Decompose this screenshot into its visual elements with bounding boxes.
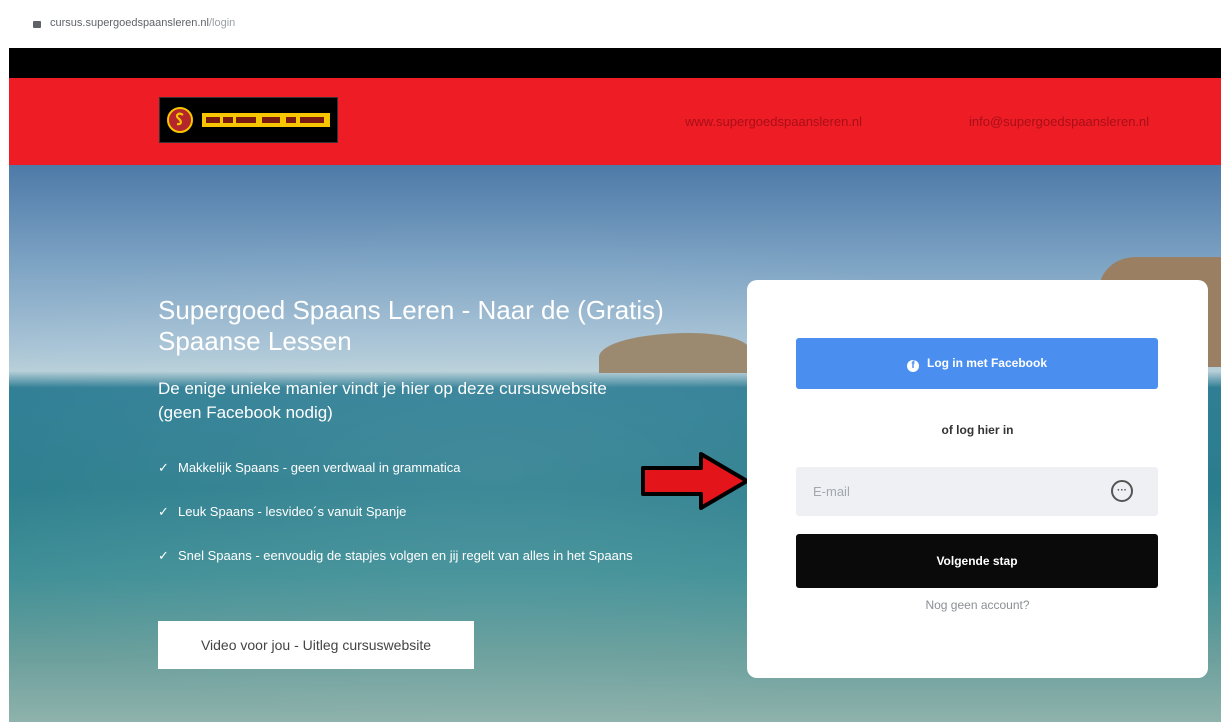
browser-address-bar[interactable]: cursus.supergoedspaansleren.nl/login <box>0 0 1221 48</box>
website-link[interactable]: www.supergoedspaansleren.nl <box>685 114 862 129</box>
logo-banner <box>202 113 330 127</box>
bullet-item: ✓ Snel Spaans - eenvoudig de stapjes volg… <box>158 545 698 567</box>
url-host: cursus.supergoedspaansleren.nl <box>50 17 209 29</box>
email-field-wrapper: ··· <box>796 467 1158 516</box>
checkmark-icon: ✓ <box>158 548 169 563</box>
email-link[interactable]: info@supergoedspaansleren.nl <box>969 114 1149 129</box>
video-button[interactable]: Video voor jou - Uitleg cursuswebsite <box>158 621 474 669</box>
or-login-label: of log hier in <box>941 423 1014 437</box>
bullet-text: Snel Spaans - eenvoudig de stapjes volge… <box>178 548 633 563</box>
site-logo[interactable] <box>159 97 338 143</box>
facebook-login-label: Log in met Facebook <box>926 355 1047 370</box>
url-path: /login <box>209 17 236 29</box>
top-black-bar <box>9 48 1221 78</box>
hero-subtitle: De enige unieke manier vindt je hier op … <box>158 379 607 422</box>
url-text[interactable]: cursus.supergoedspaansleren.nl/login <box>50 17 235 29</box>
password-manager-icon[interactable]: ··· <box>1111 480 1133 502</box>
next-step-button[interactable]: Volgende stap <box>796 534 1158 588</box>
email-field[interactable] <box>796 467 1113 516</box>
bullet-text: Makkelijk Spaans - geen verdwaal in gram… <box>178 460 461 475</box>
facebook-icon: f <box>906 359 919 372</box>
logo-s-icon <box>167 107 193 133</box>
hero-title: Supergoed Spaans Leren - Naar de (Gratis… <box>158 295 664 356</box>
bullet-item: ✓ Makkelijk Spaans - geen verdwaal in gra… <box>158 457 698 479</box>
login-card: fLog in met Facebook of log hier in ··· … <box>747 280 1208 678</box>
bullet-text: Leuk Spaans - lesvideo´s vanuit Spanje <box>178 504 407 519</box>
lock-icon <box>33 21 41 28</box>
red-arrow-icon <box>641 452 749 510</box>
facebook-login-button[interactable]: f Log in met Facebook <box>796 338 1158 389</box>
checkmark-icon: ✓ <box>158 460 169 475</box>
checkmark-icon: ✓ <box>158 504 169 519</box>
signup-link[interactable]: Nog geen account? <box>747 598 1208 612</box>
bullet-item: ✓ Leuk Spaans - lesvideo´s vanuit Spanje <box>158 501 698 523</box>
